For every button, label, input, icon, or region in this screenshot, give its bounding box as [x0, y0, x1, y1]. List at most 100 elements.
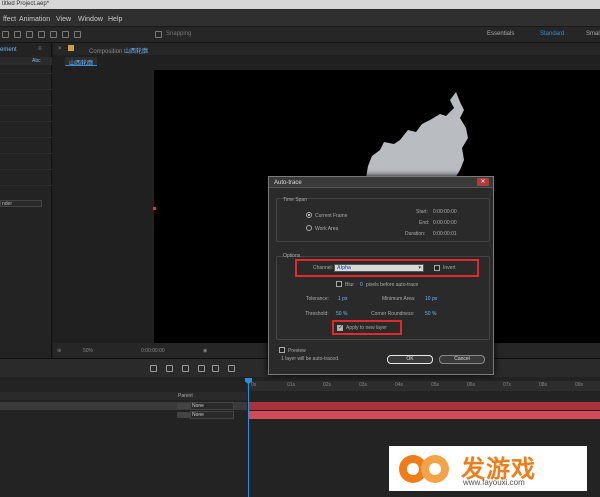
threshold-value[interactable]: 50 % — [336, 311, 347, 317]
workspace-standard[interactable]: Standard — [540, 31, 564, 37]
watermark: 发游戏 www.fayouxi.com — [389, 446, 587, 491]
layer-parent-value: None — [192, 412, 204, 418]
brush-tool-icon[interactable] — [26, 31, 33, 38]
snapping-label: Snapping — [166, 31, 192, 37]
ruler-tick-label: 02s — [323, 382, 332, 388]
roto-tool-icon[interactable] — [62, 31, 69, 38]
current-frame-label: Current Frame — [315, 213, 348, 219]
menu-animation[interactable]: Animation — [19, 16, 50, 23]
time-ruler[interactable]: 0s 01s 02s 03s 04s 05s 06s 07s 08s 09s — [247, 381, 600, 391]
dialog-close-button[interactable]: ✕ — [477, 178, 489, 186]
blur-value[interactable]: 0 — [360, 282, 363, 288]
effects-panel-tab[interactable]: ement — [0, 47, 17, 53]
layer-row[interactable]: None — [0, 402, 247, 410]
pickwhip-icon[interactable] — [177, 403, 190, 409]
cancel-button[interactable]: Cancel — [439, 355, 485, 364]
anchor-point-marker — [153, 207, 156, 210]
time-span-group — [276, 198, 490, 242]
start-value: 0:00:00:00 — [433, 209, 457, 215]
duration-label: Duration: — [405, 231, 426, 237]
panel-header-row — [0, 57, 52, 65]
menu-effect[interactable]: ffect — [3, 16, 16, 23]
comp-flowchart-icon[interactable] — [166, 365, 173, 372]
parent-column-header: Parent — [178, 393, 193, 399]
layer-row[interactable]: None — [0, 411, 247, 419]
preview-checkbox[interactable] — [279, 347, 285, 353]
eraser-tool-icon[interactable] — [50, 31, 57, 38]
corner-roundness-label: Corner Roundness: — [371, 311, 415, 317]
lock-icon[interactable] — [68, 45, 74, 51]
menu-window[interactable]: Window — [78, 16, 103, 23]
current-time-indicator[interactable] — [248, 378, 249, 497]
render-mode-dropdown[interactable]: nder — [0, 200, 42, 207]
frame-blending-icon[interactable] — [212, 365, 219, 372]
panel-row-divider — [0, 121, 52, 122]
ruler-tick-label: 0s — [251, 382, 257, 388]
minimum-area-label: Minimum Area: — [382, 296, 416, 302]
ruler-tick-label: 03s — [359, 382, 368, 388]
text-tool-icon[interactable] — [2, 31, 9, 38]
panel-row-divider — [0, 73, 52, 74]
snapping-checkbox[interactable] — [155, 31, 162, 38]
timecode-display[interactable]: 0:00:00:00 — [141, 348, 165, 354]
blur-checkbox[interactable] — [336, 281, 342, 287]
camera-icon[interactable]: ◉ — [203, 348, 207, 354]
workspace-essentials[interactable]: Essentials — [487, 31, 514, 37]
puppet-tool-icon[interactable] — [74, 31, 81, 38]
watermark-url: www.fayouxi.com — [463, 478, 525, 487]
layer-duration-bar[interactable] — [249, 402, 600, 410]
layer-parent-value: None — [192, 403, 204, 409]
current-frame-radio[interactable] — [306, 212, 312, 218]
status-text: 1 layer will be auto-traced. — [281, 356, 340, 362]
window-title-bar: titled Project.aep* — [0, 0, 600, 9]
close-icon[interactable]: × — [58, 46, 62, 52]
ruler-tick-label: 08s — [539, 382, 548, 388]
shy-layers-icon[interactable] — [198, 365, 205, 372]
graph-editor-icon[interactable] — [228, 365, 235, 372]
dialog-title-bar: Auto-trace ✕ — [269, 177, 493, 188]
pickwhip-icon[interactable] — [177, 412, 190, 418]
blur-label: Blur — [345, 282, 354, 288]
panel-column-header: Abc — [32, 58, 41, 64]
panel-row-divider — [0, 89, 52, 90]
clone-tool-icon[interactable] — [38, 31, 45, 38]
minimum-area-value[interactable]: 10 px — [425, 296, 437, 302]
panel-row-divider — [0, 105, 52, 106]
start-label: Start: — [416, 209, 428, 215]
panel-row-divider — [0, 137, 52, 138]
threshold-label: Threshold: — [305, 311, 329, 317]
work-area-radio[interactable] — [306, 225, 312, 231]
watermark-logo-icon — [399, 455, 449, 483]
ruler-tick-label: 06s — [467, 382, 476, 388]
menu-bar: ffect Animation View Window Help — [0, 9, 600, 27]
ok-button[interactable]: OK — [387, 355, 433, 364]
corner-roundness-value[interactable]: 50 % — [425, 311, 436, 317]
menu-view[interactable]: View — [56, 16, 71, 23]
ruler-tick-label: 05s — [431, 382, 440, 388]
tolerance-value[interactable]: 1 px — [338, 296, 347, 302]
panel-row-divider — [0, 153, 52, 154]
work-area-label: Work Area — [315, 226, 339, 232]
zoom-icon[interactable]: ⊕ — [57, 348, 61, 354]
tools-toolbar: Snapping Essentials Standard Smal — [0, 27, 600, 43]
preview-label: Preview — [288, 348, 306, 354]
search-icon[interactable] — [150, 365, 157, 372]
pen-tool-icon[interactable] — [14, 31, 21, 38]
tolerance-label: Tolerance: — [306, 296, 330, 302]
time-span-label: Time Span — [283, 197, 307, 203]
channel-highlight-box — [295, 259, 479, 277]
draft-3d-icon[interactable] — [182, 365, 189, 372]
layer-duration-bar[interactable] — [249, 411, 600, 419]
layer-column-header: Parent — [0, 392, 247, 400]
ruler-tick-label: 09s — [575, 382, 584, 388]
panel-row-divider — [0, 185, 52, 186]
zoom-level[interactable]: 50% — [83, 348, 93, 354]
ruler-tick-label: 01s — [287, 382, 296, 388]
panel-menu-icon[interactable]: ≡ — [38, 46, 42, 52]
workspace-small[interactable]: Smal — [586, 31, 600, 37]
menu-help[interactable]: Help — [108, 16, 122, 23]
blur-suffix: pixels before auto-trace — [366, 282, 419, 288]
composition-tab[interactable]: 山西轮廓 — [65, 57, 98, 67]
end-label: End: — [419, 220, 430, 226]
apply-highlight-box — [332, 320, 402, 335]
